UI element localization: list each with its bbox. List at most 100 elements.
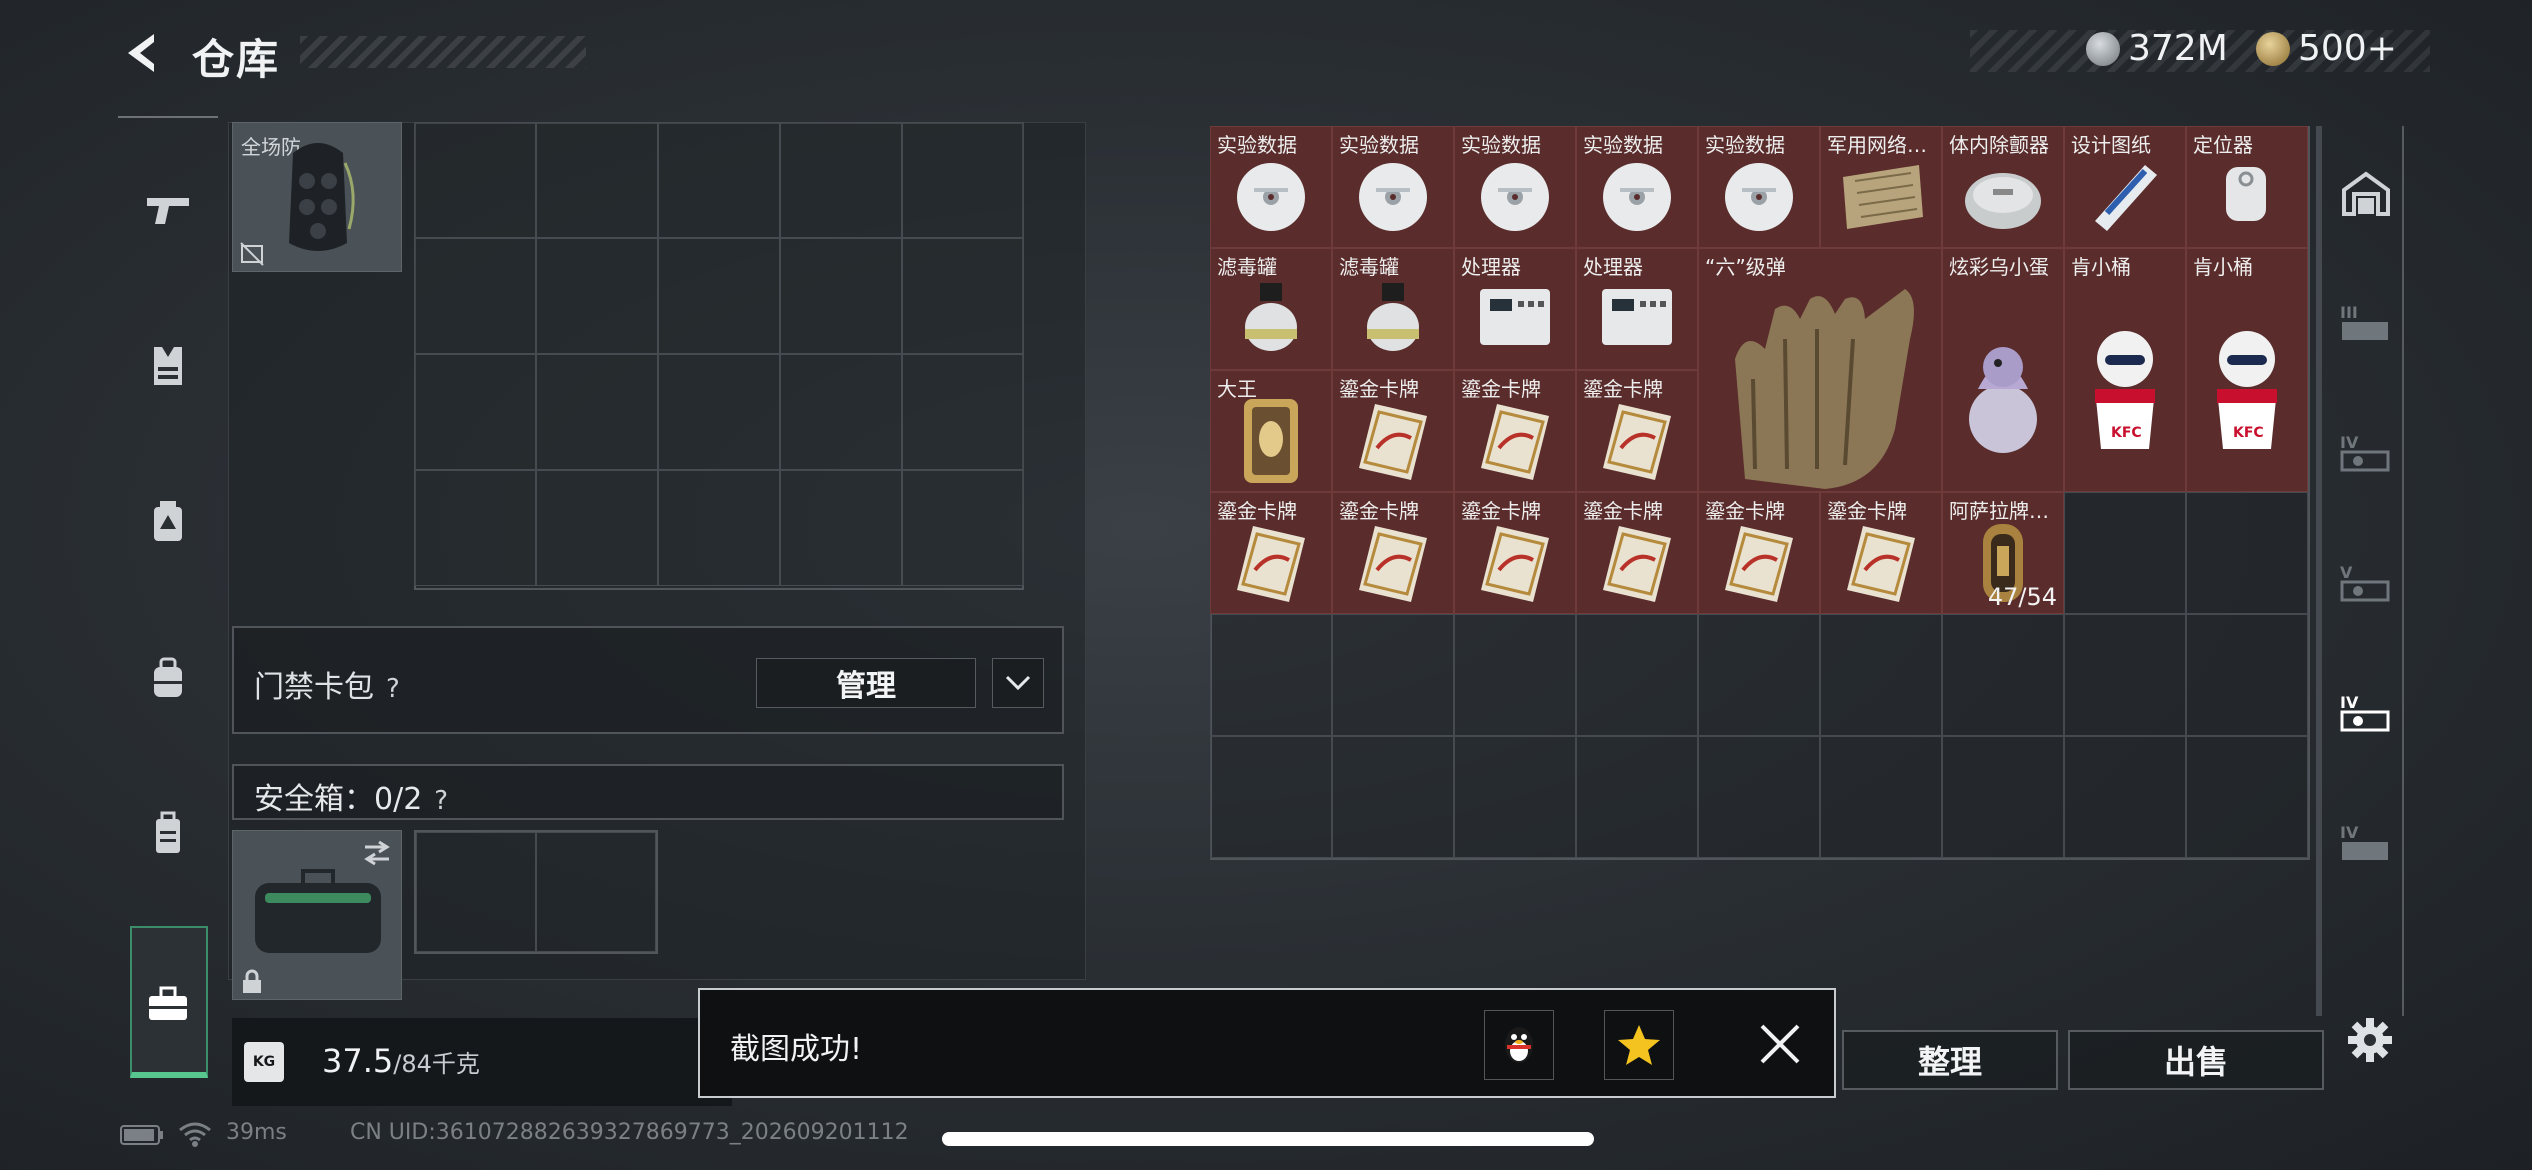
backpack-cell[interactable] — [902, 470, 1024, 586]
armor-category-tab[interactable] — [138, 336, 198, 396]
backpack-cell[interactable] — [902, 354, 1024, 470]
backpack-cell[interactable] — [536, 354, 658, 470]
stash-item[interactable]: 实验数据 — [1576, 126, 1698, 248]
stash-cell[interactable] — [1698, 614, 1820, 736]
stash-item[interactable]: 军用网络… — [1820, 126, 1942, 248]
stash-item[interactable]: 滤毒罐 — [1210, 248, 1332, 370]
stash-page-4b-button[interactable]: IV — [2338, 686, 2394, 742]
backpack-cell[interactable] — [658, 470, 780, 586]
share-qzone-button[interactable] — [1604, 1010, 1674, 1080]
sell-button[interactable]: 出售 — [2068, 1030, 2324, 1090]
stash-cell[interactable] — [2064, 736, 2186, 858]
safebox-slot[interactable] — [232, 830, 402, 1000]
stash-category-tab[interactable] — [138, 974, 198, 1034]
stash-item[interactable]: 炫彩乌小蛋 — [1942, 248, 2064, 492]
stash-item[interactable]: 实验数据 — [1454, 126, 1576, 248]
backpack-cell[interactable] — [658, 354, 780, 470]
stash-cell[interactable] — [2064, 492, 2186, 614]
stash-item[interactable]: 实验数据 — [1332, 126, 1454, 248]
backpack-category-tab[interactable] — [138, 648, 198, 708]
safebox-cell[interactable] — [416, 832, 536, 952]
stash-item[interactable]: 定位器 — [2186, 126, 2308, 248]
home-indicator[interactable] — [942, 1132, 1594, 1146]
backpack-cell[interactable] — [658, 122, 780, 238]
backpack-cell[interactable] — [536, 470, 658, 586]
stash-overview-button[interactable] — [2338, 166, 2394, 222]
backpack-cell[interactable] — [780, 470, 902, 586]
backpack-cell[interactable] — [414, 354, 536, 470]
stash-item[interactable]: 鎏金卡牌 — [1332, 370, 1454, 492]
stash-item[interactable]: KFC 肯小桶 — [2064, 248, 2186, 492]
stash-item[interactable]: 鎏金卡牌 — [1820, 492, 1942, 614]
stash-page-4a-button[interactable]: IV — [2338, 426, 2394, 482]
stash-grid[interactable]: 实验数据 实验数据 实验数据 实验数据 实验数据 军用网络… 体内除颤器 设计图纸 定位器 滤毒罐… — [1210, 126, 2310, 860]
safebox-cell[interactable] — [536, 832, 656, 952]
stash-cell[interactable] — [1454, 614, 1576, 736]
premium-balance[interactable]: 500+ — [2256, 28, 2397, 69]
stash-item[interactable]: 设计图纸 — [2064, 126, 2186, 248]
stash-item[interactable]: 鎏金卡牌 — [1332, 492, 1454, 614]
stash-cell[interactable] — [1332, 614, 1454, 736]
close-toast-button[interactable] — [1750, 1014, 1810, 1074]
backpack-cell[interactable] — [902, 122, 1024, 238]
coin-balance[interactable]: 372M — [2086, 28, 2228, 69]
backpack-grid[interactable] — [414, 122, 1024, 590]
stash-item[interactable]: 处理器 — [1576, 248, 1698, 370]
stash-item[interactable]: 滤毒罐 — [1332, 248, 1454, 370]
stash-cell[interactable] — [1576, 736, 1698, 858]
stash-page-3-button[interactable]: III — [2338, 296, 2394, 352]
backpack-cell[interactable] — [536, 238, 658, 354]
stash-item[interactable]: 实验数据 — [1698, 126, 1820, 248]
stash-cell[interactable] — [1820, 614, 1942, 736]
safebox-empty-slots[interactable] — [414, 830, 658, 954]
backpack-cell[interactable] — [414, 470, 536, 586]
stash-cell[interactable] — [1210, 736, 1332, 858]
keycard-expand-button[interactable] — [992, 658, 1044, 708]
weapon-category-tab[interactable] — [138, 180, 198, 240]
stash-item[interactable]: KFC 肯小桶 — [2186, 248, 2308, 492]
help-icon[interactable]: ? — [386, 674, 400, 704]
backpack-cell[interactable] — [902, 238, 1024, 354]
stash-cell[interactable] — [2186, 614, 2308, 736]
stash-item[interactable]: 鎏金卡牌 — [1454, 492, 1576, 614]
stash-cell[interactable] — [1942, 736, 2064, 858]
stash-cell[interactable] — [1820, 736, 1942, 858]
stash-item[interactable]: 鎏金卡牌 — [1210, 492, 1332, 614]
backpack-cell[interactable] — [414, 238, 536, 354]
stash-cell[interactable] — [2186, 492, 2308, 614]
sort-button[interactable]: 整理 — [1842, 1030, 2058, 1090]
stash-cell[interactable] — [1454, 736, 1576, 858]
stash-item[interactable]: 阿萨拉牌… 47/54 — [1942, 492, 2064, 614]
container-category-tab[interactable] — [138, 804, 198, 864]
stash-cell[interactable] — [1332, 736, 1454, 858]
settings-button[interactable] — [2340, 1010, 2400, 1070]
backpack-cell[interactable] — [658, 238, 780, 354]
backpack-cell[interactable] — [780, 122, 902, 238]
stash-cell[interactable] — [1576, 614, 1698, 736]
backpack-cell[interactable] — [780, 238, 902, 354]
stash-item[interactable]: 大王 — [1210, 370, 1332, 492]
stash-cell[interactable] — [1942, 614, 2064, 736]
stash-item[interactable]: 鎏金卡牌 — [1698, 492, 1820, 614]
stash-item[interactable]: 鎏金卡牌 — [1576, 492, 1698, 614]
rig-category-tab[interactable] — [138, 492, 198, 552]
backpack-cell[interactable] — [536, 122, 658, 238]
backpack-cell[interactable] — [414, 122, 536, 238]
help-icon[interactable]: ? — [434, 786, 448, 816]
backpack-cell[interactable] — [780, 354, 902, 470]
stash-item[interactable]: 处理器 — [1454, 248, 1576, 370]
stash-item[interactable]: 鎏金卡牌 — [1576, 370, 1698, 492]
back-button[interactable] — [118, 28, 168, 78]
stash-cell[interactable] — [1698, 736, 1820, 858]
stash-item[interactable]: “六”级弹 — [1698, 248, 1942, 492]
manage-button[interactable]: 管理 — [756, 658, 976, 708]
stash-cell[interactable] — [1210, 614, 1332, 736]
stash-cell[interactable] — [2064, 614, 2186, 736]
stash-page-5-button[interactable]: V — [2338, 556, 2394, 612]
backpack-slot[interactable]: 全场防 — [232, 122, 402, 272]
stash-item[interactable]: 实验数据 — [1210, 126, 1332, 248]
share-qq-button[interactable] — [1484, 1010, 1554, 1080]
stash-item[interactable]: 体内除颤器 — [1942, 126, 2064, 248]
stash-item[interactable]: 鎏金卡牌 — [1454, 370, 1576, 492]
stash-cell[interactable] — [2186, 736, 2308, 858]
